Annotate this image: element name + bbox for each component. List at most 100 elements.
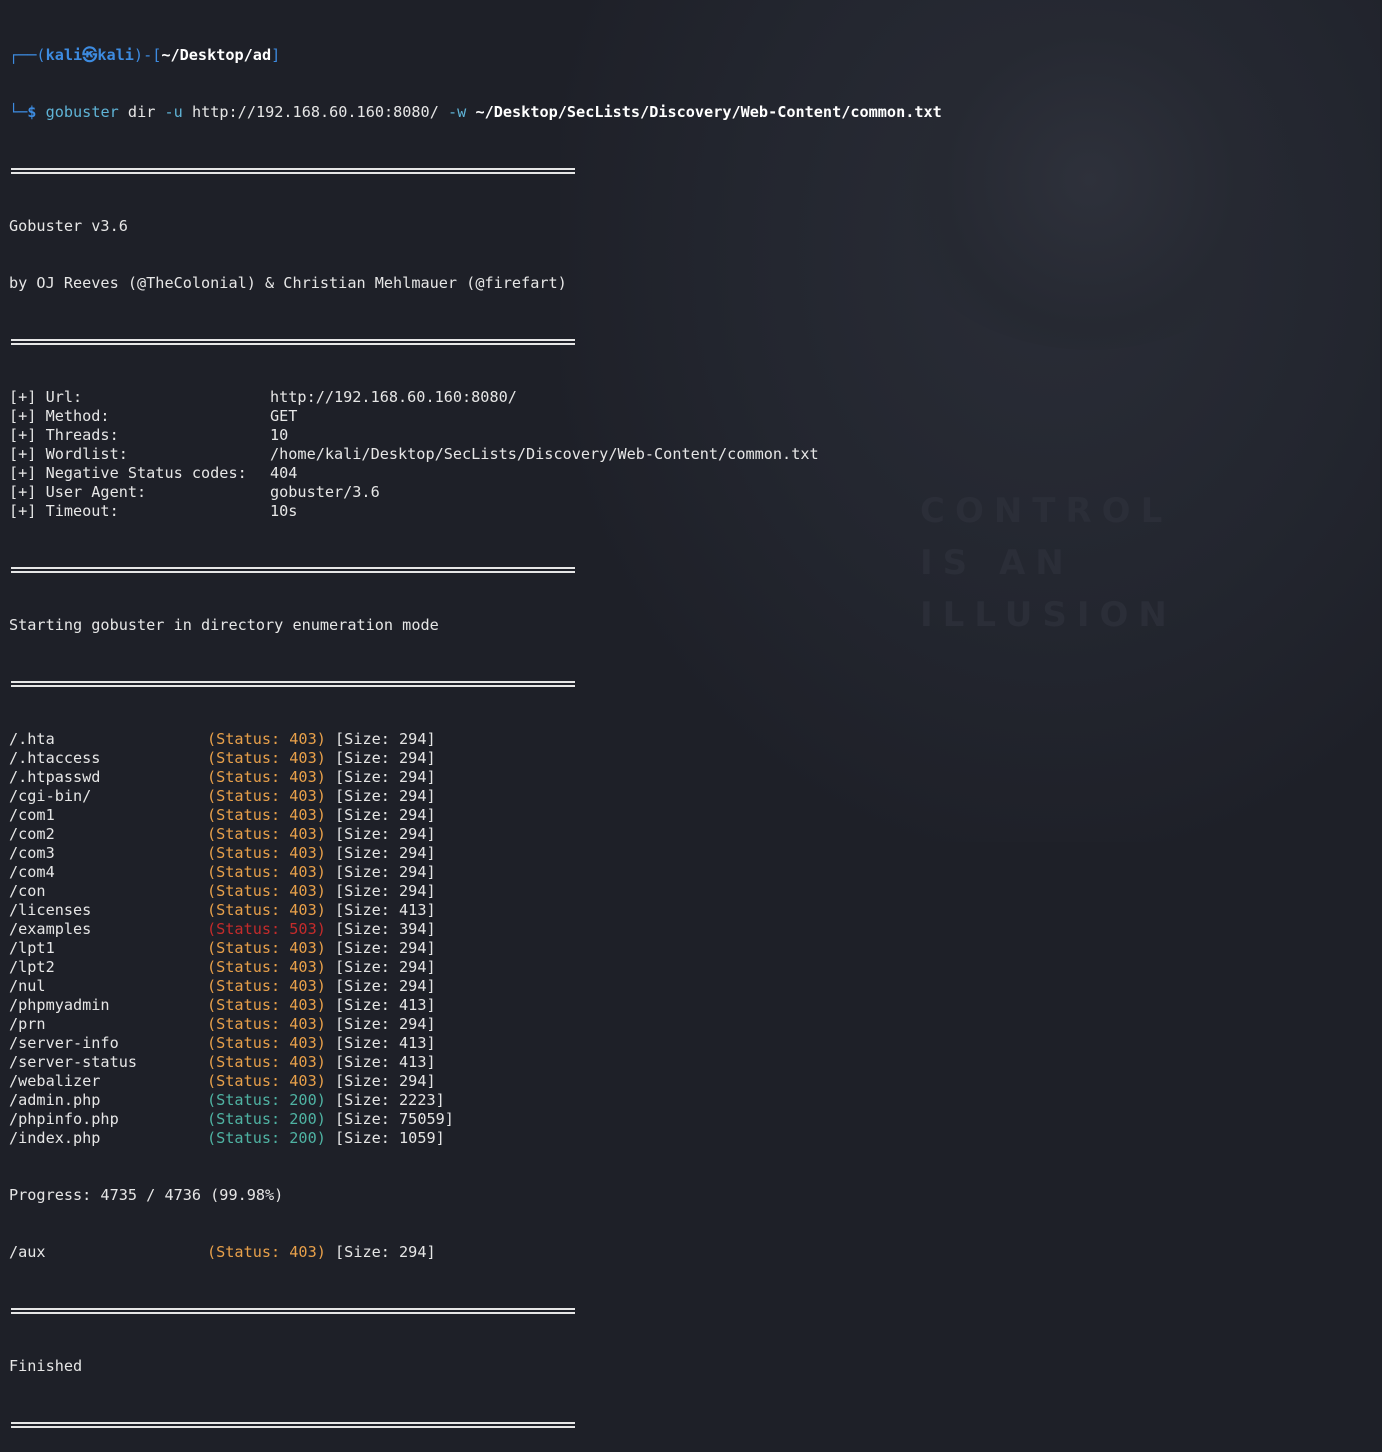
- result-row: /cgi-bin/ (Status: 403) [Size: 294]: [9, 787, 942, 806]
- config-label: [+] Threads:: [9, 426, 119, 444]
- result-status: (Status: 403): [207, 1243, 326, 1261]
- result-size: [Size: 294]: [335, 1072, 436, 1090]
- result-path: /server-info: [9, 1034, 119, 1052]
- result-size: [Size: 294]: [335, 730, 436, 748]
- result-row: /phpinfo.php (Status: 200) [Size: 75059]: [9, 1110, 942, 1129]
- config-row: [+] Method: GET: [9, 407, 942, 426]
- result-path: /com1: [9, 806, 55, 824]
- result-size: [Size: 294]: [335, 768, 436, 786]
- config-value: http://192.168.60.160:8080/: [270, 388, 517, 406]
- config-label: [+] Negative Status codes:: [9, 464, 247, 482]
- result-size: [Size: 2223]: [335, 1091, 445, 1109]
- separator: [9, 1300, 942, 1319]
- result-path: /phpmyadmin: [9, 996, 110, 1014]
- result-status: (Status: 403): [207, 844, 326, 862]
- result-path: /con: [9, 882, 46, 900]
- command-url: http://192.168.60.160:8080/: [191, 103, 439, 121]
- config-label: [+] Method:: [9, 407, 110, 425]
- result-status: (Status: 200): [207, 1110, 326, 1128]
- command-wordlist: ~/Desktop/SecLists/Discovery/Web-Content…: [475, 103, 942, 121]
- result-path: /.htpasswd: [9, 768, 101, 786]
- banner-authors: by OJ Reeves (@TheColonial) & Christian …: [9, 274, 567, 292]
- result-status: (Status: 403): [207, 825, 326, 843]
- result-row: /index.php (Status: 200) [Size: 1059]: [9, 1129, 942, 1148]
- command-line: └─$ gobuster dir -u http://192.168.60.16…: [9, 103, 942, 122]
- result-row: /com1 (Status: 403) [Size: 294]: [9, 806, 942, 825]
- result-row: /.htaccess (Status: 403) [Size: 294]: [9, 749, 942, 768]
- result-size: [Size: 294]: [335, 787, 436, 805]
- result-path: /lpt2: [9, 958, 55, 976]
- config-value: gobuster/3.6: [270, 483, 380, 501]
- result-path: /lpt1: [9, 939, 55, 957]
- result-path: /examples: [9, 920, 92, 938]
- result-size: [Size: 413]: [335, 996, 436, 1014]
- command-flag-w: -w: [448, 103, 467, 121]
- result-status: (Status: 403): [207, 901, 326, 919]
- result-size: [Size: 294]: [335, 844, 436, 862]
- result-row: /prn (Status: 403) [Size: 294]: [9, 1015, 942, 1034]
- result-size: [Size: 1059]: [335, 1129, 445, 1147]
- result-status: (Status: 403): [207, 768, 326, 786]
- terminal-output[interactable]: ┌──(kali㉿kali)-[~/Desktop/ad] └─$ gobust…: [9, 8, 942, 1452]
- result-row: /com3 (Status: 403) [Size: 294]: [9, 844, 942, 863]
- result-size: [Size: 394]: [335, 920, 436, 938]
- result-row: /com2 (Status: 403) [Size: 294]: [9, 825, 942, 844]
- result-status: (Status: 403): [207, 1015, 326, 1033]
- config-row: [+] Timeout: 10s: [9, 502, 942, 521]
- result-status: (Status: 403): [207, 1072, 326, 1090]
- result-size: [Size: 294]: [335, 1015, 436, 1033]
- result-row: /phpmyadmin (Status: 403) [Size: 413]: [9, 996, 942, 1015]
- prompt-corner: ┌──(: [9, 46, 46, 64]
- prompt-separator: )-[: [133, 46, 162, 64]
- result-status: (Status: 403): [207, 1034, 326, 1052]
- prompt-dollar: $: [27, 103, 37, 121]
- result-row: /.htpasswd (Status: 403) [Size: 294]: [9, 768, 942, 787]
- result-status: (Status: 200): [207, 1129, 326, 1147]
- results-list: /.hta (Status: 403) [Size: 294]/.htaccess…: [9, 730, 942, 1148]
- prompt-bracket: ]: [271, 46, 281, 64]
- result-status: (Status: 403): [207, 787, 326, 805]
- result-path: /webalizer: [9, 1072, 101, 1090]
- prompt-cwd: ~/Desktop/ad: [161, 46, 272, 64]
- result-size: [Size: 75059]: [335, 1110, 454, 1128]
- config-value: 10: [270, 426, 289, 444]
- separator: [9, 559, 942, 578]
- config-row: [+] Url: http://192.168.60.160:8080/: [9, 388, 942, 407]
- result-path: /admin.php: [9, 1091, 101, 1109]
- progress-line: Progress: 4735 / 4736 (99.98%): [9, 1186, 284, 1204]
- wallpaper-figure: [880, 10, 1300, 350]
- result-size: [Size: 294]: [335, 882, 436, 900]
- result-path: /.hta: [9, 730, 55, 748]
- result-row: /aux (Status: 403) [Size: 294]: [9, 1243, 942, 1262]
- result-size: [Size: 294]: [335, 863, 436, 881]
- config-label: [+] Url:: [9, 388, 83, 406]
- result-size: [Size: 294]: [335, 749, 436, 767]
- config-value: GET: [270, 407, 298, 425]
- result-row: /admin.php (Status: 200) [Size: 2223]: [9, 1091, 942, 1110]
- start-message: Starting gobuster in directory enumerati…: [9, 616, 439, 634]
- config-row: [+] User Agent: gobuster/3.6: [9, 483, 942, 502]
- config-label: [+] User Agent:: [9, 483, 147, 501]
- config-row: [+] Negative Status codes: 404: [9, 464, 942, 483]
- prompt-corner-bottom: └─: [9, 103, 28, 121]
- result-status: (Status: 403): [207, 882, 326, 900]
- config-row: [+] Threads: 10: [9, 426, 942, 445]
- config-list: [+] Url: http://192.168.60.160:8080/[+] M…: [9, 388, 942, 521]
- result-row: /licenses (Status: 403) [Size: 413]: [9, 901, 942, 920]
- result-row: /con (Status: 403) [Size: 294]: [9, 882, 942, 901]
- banner-version: Gobuster v3.6: [9, 217, 128, 235]
- result-status: (Status: 503): [207, 920, 326, 938]
- result-status: (Status: 403): [207, 958, 326, 976]
- command-name: gobuster: [45, 103, 119, 121]
- result-row: /webalizer (Status: 403) [Size: 294]: [9, 1072, 942, 1091]
- config-label: [+] Wordlist:: [9, 445, 128, 463]
- prompt-user: kali: [45, 46, 83, 64]
- result-status: (Status: 403): [207, 730, 326, 748]
- result-size: [Size: 413]: [335, 1053, 436, 1071]
- result-path: /.htaccess: [9, 749, 101, 767]
- result-status: (Status: 403): [207, 1053, 326, 1071]
- separator: [9, 1414, 942, 1433]
- result-path: /cgi-bin/: [9, 787, 92, 805]
- finished-message: Finished: [9, 1357, 83, 1375]
- result-size: [Size: 294]: [335, 1243, 436, 1261]
